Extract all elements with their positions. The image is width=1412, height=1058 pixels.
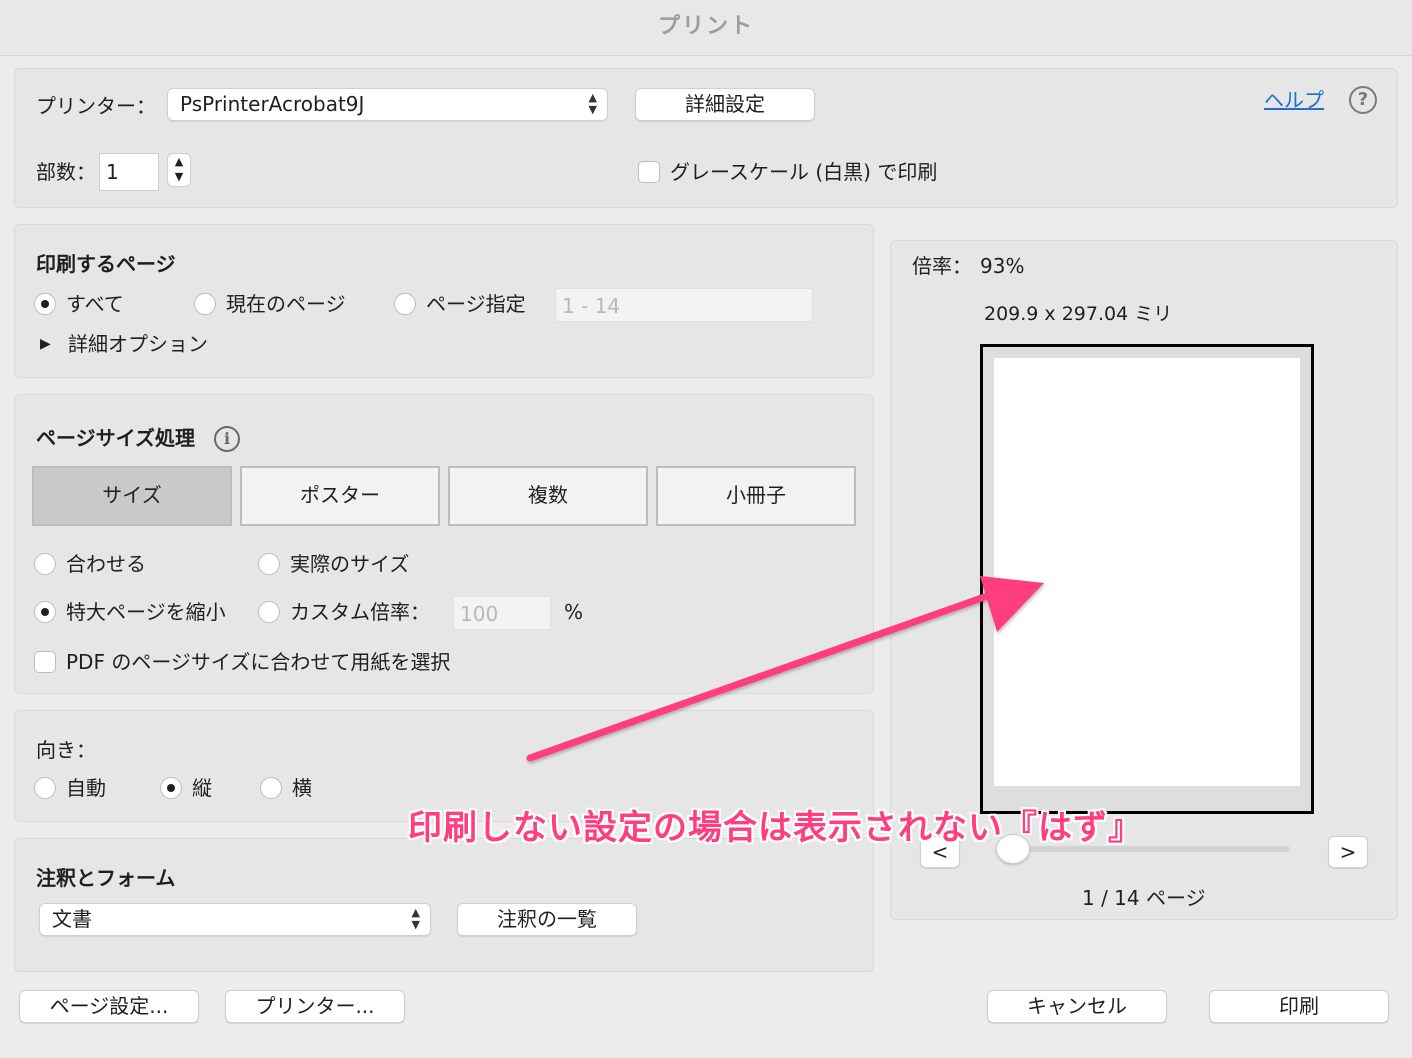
printer-button[interactable]: プリンター... <box>225 990 405 1023</box>
orientation-heading: 向き： <box>36 738 96 762</box>
percent-sign: % <box>564 600 584 624</box>
comments-select[interactable]: 文書 ▲ ▼ <box>39 903 431 936</box>
radio-all[interactable] <box>34 293 56 315</box>
preview-scale-label: 倍率： <box>912 254 972 278</box>
radio-shrink-oversized-label: 特大ページを縮小 <box>66 600 226 624</box>
radio-auto[interactable] <box>34 777 56 799</box>
chevron-up-icon: ▲ <box>174 155 184 168</box>
summarize-comments-button[interactable]: 注釈の一覧 <box>457 903 637 936</box>
annotation-text: 印刷しない設定の場合は表示されない『はず』 <box>408 808 1143 848</box>
choose-paper-checkbox[interactable] <box>34 651 56 673</box>
radio-custom-scale[interactable] <box>258 601 280 623</box>
page-preview-frame <box>980 344 1314 814</box>
radio-page-range-label: ページ指定 <box>426 292 526 316</box>
chevron-down-icon: ▼ <box>174 170 184 183</box>
copies-label: 部数： <box>36 160 96 184</box>
printer-label: プリンター： <box>36 94 156 118</box>
radio-portrait-label: 縦 <box>192 776 212 800</box>
info-circle-icon[interactable]: i <box>214 426 240 452</box>
chevron-updown-icon: ▲ ▼ <box>588 91 597 116</box>
radio-actual-size[interactable] <box>258 553 280 575</box>
page-preview-sheet <box>994 358 1300 786</box>
page-setup-button[interactable]: ページ設定... <box>19 990 199 1023</box>
next-page-button[interactable]: > <box>1328 836 1368 868</box>
printer-details-button[interactable]: 詳細設定 <box>635 88 815 121</box>
more-options-label[interactable]: 詳細オプション <box>68 330 208 358</box>
window-title: プリント <box>0 0 1412 56</box>
chevron-updown-icon: ▲ ▼ <box>411 906 420 931</box>
pages-heading: 印刷するページ <box>36 252 176 276</box>
copies-input[interactable]: 1 <box>99 153 159 191</box>
help-link[interactable]: ヘルプ <box>1264 86 1324 114</box>
paper-size-readout: 209.9 x 297.04 ミリ <box>984 303 1173 325</box>
page-sizing-heading: ページサイズ処理 <box>36 426 195 450</box>
radio-current-page-label: 現在のページ <box>226 292 346 316</box>
radio-all-label: すべて <box>66 292 124 316</box>
page-range-input[interactable]: 1 - 14 <box>555 288 813 322</box>
radio-fit[interactable] <box>34 553 56 575</box>
preview-scale: 倍率： 93% <box>912 252 1024 280</box>
comments-heading: 注釈とフォーム <box>36 866 176 890</box>
radio-fit-label: 合わせる <box>66 552 146 576</box>
comments-select-value: 文書 <box>52 907 92 931</box>
question-circle-icon[interactable]: ? <box>1349 86 1377 114</box>
radio-auto-label: 自動 <box>66 776 106 800</box>
tab-size[interactable]: サイズ <box>32 466 232 526</box>
radio-portrait[interactable] <box>160 777 182 799</box>
radio-page-range[interactable] <box>394 293 416 315</box>
choose-paper-label: PDF のページサイズに合わせて用紙を選択 <box>66 650 451 674</box>
radio-landscape[interactable] <box>260 777 282 799</box>
printer-select[interactable]: PsPrinterAcrobat9J ▲ ▼ <box>167 88 608 121</box>
radio-actual-size-label: 実際のサイズ <box>290 552 410 576</box>
radio-landscape-label: 横 <box>292 776 312 800</box>
disclosure-triangle-icon[interactable]: ▶ <box>40 334 51 354</box>
custom-scale-input[interactable]: 100 <box>453 596 551 630</box>
radio-shrink-oversized[interactable] <box>34 601 56 623</box>
tab-multiple[interactable]: 複数 <box>448 466 648 526</box>
print-button[interactable]: 印刷 <box>1209 990 1389 1023</box>
tab-booklet[interactable]: 小冊子 <box>656 466 856 526</box>
printer-select-value: PsPrinterAcrobat9J <box>180 92 365 116</box>
page-indicator: 1 / 14 ページ <box>1082 886 1206 910</box>
radio-current-page[interactable] <box>194 293 216 315</box>
tab-poster[interactable]: ポスター <box>240 466 440 526</box>
grayscale-label: グレースケール (白黒) で印刷 <box>670 160 938 184</box>
radio-custom-scale-label: カスタム倍率： <box>290 600 430 624</box>
copies-stepper[interactable]: ▲ ▼ <box>167 153 191 187</box>
cancel-button[interactable]: キャンセル <box>987 990 1167 1023</box>
grayscale-checkbox[interactable] <box>638 161 660 183</box>
preview-scale-value: 93% <box>980 254 1025 278</box>
